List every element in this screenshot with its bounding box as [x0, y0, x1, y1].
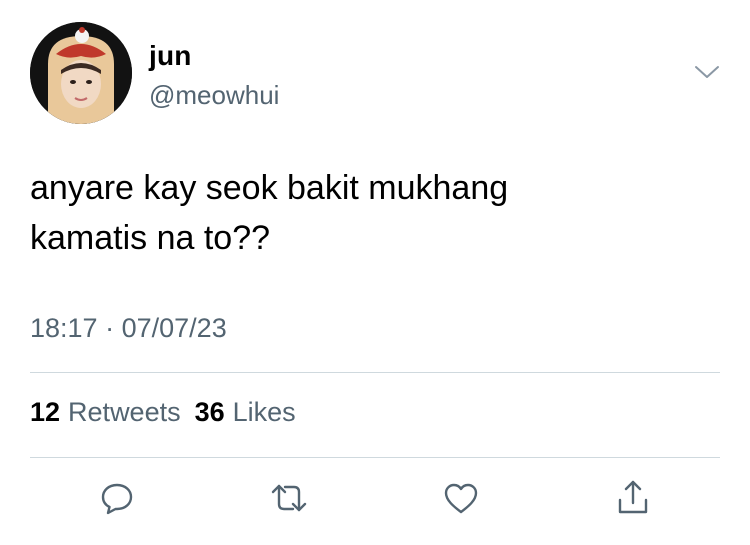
retweets-label: Retweets — [68, 397, 181, 427]
display-name[interactable]: jun — [149, 40, 192, 72]
reply-icon[interactable] — [95, 476, 139, 520]
heart-icon[interactable] — [439, 476, 483, 520]
chevron-down-icon[interactable] — [694, 62, 720, 82]
avatar-photo — [30, 22, 132, 124]
divider — [30, 457, 720, 458]
retweets-count: 12 — [30, 397, 61, 427]
tweet-text: anyare kay seok bakit mukhang kamatis na… — [30, 163, 720, 263]
likes-label: Likes — [232, 397, 296, 427]
divider — [30, 372, 720, 373]
likes-stat[interactable]: 36 Likes — [195, 397, 296, 427]
share-icon[interactable] — [611, 476, 655, 520]
retweets-stat[interactable]: 12 Retweets — [30, 397, 181, 427]
tweet-date: 07/07/23 — [121, 313, 227, 343]
tweet-text-line: anyare kay seok bakit mukhang — [30, 169, 509, 207]
retweet-icon[interactable] — [267, 476, 311, 520]
avatar[interactable] — [30, 22, 132, 124]
timestamp[interactable]: 18:17 · 07/07/23 — [30, 313, 227, 344]
user-handle[interactable]: @meowhui — [149, 80, 279, 111]
tweet-time: 18:17 — [30, 313, 98, 343]
engagement-stats: 12 Retweets 36 Likes — [30, 397, 296, 428]
tweet-text-line: kamatis na to?? — [30, 219, 271, 257]
likes-count: 36 — [194, 397, 225, 427]
timestamp-separator: · — [105, 313, 115, 343]
